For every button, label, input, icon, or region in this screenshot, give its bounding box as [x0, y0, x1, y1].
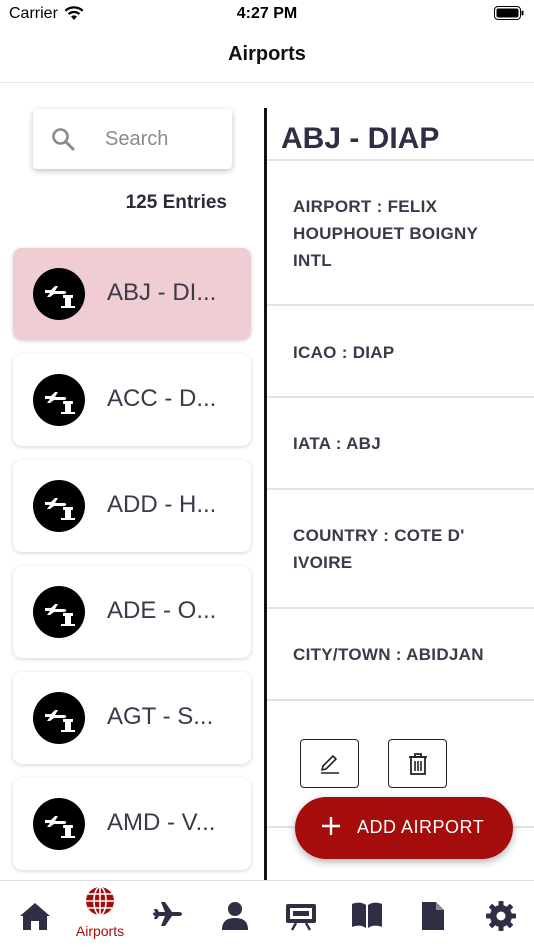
airplane-icon	[153, 902, 182, 926]
list-item-label: ADE - O...	[107, 597, 217, 624]
detail-country: COUNTRY : COTE D' IVOIRE	[293, 526, 465, 572]
tab-bar: Airports	[0, 880, 534, 951]
presentation-icon	[286, 904, 316, 931]
user-icon	[222, 902, 248, 930]
trash-icon	[408, 752, 427, 775]
detail-divider	[267, 396, 534, 398]
globe-icon	[86, 886, 114, 916]
tab-airports[interactable]: Airports	[67, 881, 133, 951]
detail-title: ABJ - DIAP	[281, 122, 440, 155]
tab-flights[interactable]	[135, 881, 201, 951]
list-item-label: ABJ - DI...	[107, 279, 217, 306]
list-item[interactable]: ABJ - DI...	[13, 248, 251, 340]
tab-settings[interactable]	[468, 881, 534, 951]
airport-tower-icon	[33, 374, 85, 426]
page-title: Airports	[228, 43, 306, 65]
search-icon	[52, 128, 75, 151]
detail-city: CITY/TOWN : ABIDJAN	[293, 645, 484, 664]
delete-button[interactable]	[388, 739, 447, 788]
pencil-icon	[320, 754, 339, 774]
airport-tower-icon	[33, 586, 85, 638]
add-airport-button[interactable]: ADD AIRPORT	[295, 797, 513, 859]
tab-airports-label: Airports	[75, 923, 125, 939]
list-item[interactable]: ACC - D...	[13, 354, 251, 446]
tab-manuals[interactable]	[334, 881, 400, 951]
plus-icon	[322, 817, 340, 835]
edit-button[interactable]	[300, 739, 359, 788]
detail-airport-name: AIRPORT : FELIX HOUPHOUET BOIGNY INTL	[293, 197, 478, 270]
detail-divider	[267, 304, 534, 306]
detail-divider	[267, 488, 534, 490]
detail-divider	[267, 159, 534, 161]
tab-profile[interactable]	[202, 881, 268, 951]
search-box[interactable]	[33, 109, 232, 169]
list-item[interactable]: AMD - V...	[13, 778, 251, 870]
list-item[interactable]: AGT - S...	[13, 672, 251, 764]
search-input[interactable]	[103, 123, 227, 155]
tab-documents[interactable]	[400, 881, 466, 951]
book-icon	[352, 902, 382, 928]
status-bar: Carrier 4:27 PM	[0, 0, 534, 30]
detail-iata: IATA : ABJ	[293, 434, 381, 453]
tab-home[interactable]	[2, 881, 68, 951]
entries-count: 125 Entries	[125, 192, 227, 213]
list-item[interactable]: ADE - O...	[13, 566, 251, 658]
battery-icon	[494, 6, 524, 20]
list-item-label: AGT - S...	[107, 703, 214, 730]
list-item-label: ACC - D...	[107, 385, 217, 412]
home-icon	[20, 903, 50, 930]
document-icon	[422, 902, 444, 930]
add-airport-label: ADD AIRPORT	[357, 817, 485, 837]
airport-tower-icon	[33, 268, 85, 320]
tab-presentation[interactable]	[268, 881, 334, 951]
airport-tower-icon	[33, 692, 85, 744]
list-item-label: ADD - H...	[107, 491, 217, 518]
airport-tower-icon	[33, 798, 85, 850]
gear-icon	[486, 901, 516, 931]
list-item[interactable]: ADD - H...	[13, 460, 251, 552]
nav-header: Airports	[0, 30, 534, 83]
detail-icao: ICAO : DIAP	[293, 343, 395, 362]
panel-divider	[264, 108, 267, 880]
list-item-label: AMD - V...	[107, 809, 216, 836]
airport-tower-icon	[33, 480, 85, 532]
detail-divider	[267, 699, 534, 701]
clock: 4:27 PM	[236, 5, 298, 22]
detail-divider	[267, 607, 534, 609]
